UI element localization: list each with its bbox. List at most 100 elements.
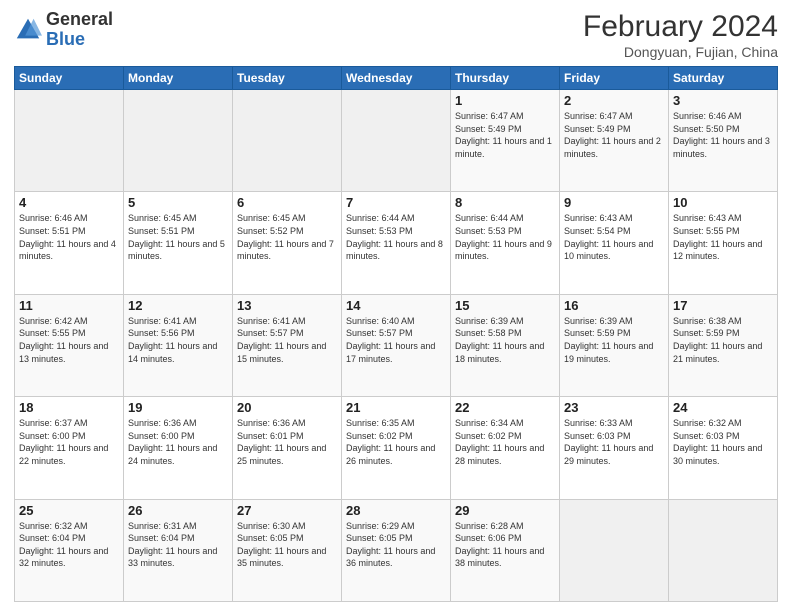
calendar-cell: 9 Sunrise: 6:43 AM Sunset: 5:54 PM Daylig…: [560, 192, 669, 294]
subtitle: Dongyuan, Fujian, China: [583, 44, 778, 60]
calendar-cell: 26Sunrise: 6:31 AM Sunset: 6:04 PM Dayli…: [124, 499, 233, 601]
day-info: Sunrise: 6:32 AM Sunset: 6:04 PM Dayligh…: [19, 521, 108, 569]
day-info: Sunrise: 6:45 AM Sunset: 5:52 PM Dayligh…: [237, 213, 334, 261]
day-info: Sunrise: 6:34 AM Sunset: 6:02 PM Dayligh…: [455, 418, 544, 466]
logo-blue: Blue: [46, 30, 113, 50]
calendar-cell: 8 Sunrise: 6:44 AM Sunset: 5:53 PM Daylig…: [451, 192, 560, 294]
calendar-cell: 16 Sunrise: 6:39 AM Sunset: 5:59 PM Dayli…: [560, 294, 669, 396]
calendar-cell: 24 Sunrise: 6:32 AM Sunset: 6:03 PM Dayli…: [669, 397, 778, 499]
page: General Blue February 2024 Dongyuan, Fuj…: [0, 0, 792, 612]
logo-text: General Blue: [46, 10, 113, 50]
day-info: Sunrise: 6:43 AM Sunset: 5:54 PM Dayligh…: [564, 213, 653, 261]
day-info: Sunrise: 6:28 AM Sunset: 6:06 PM Dayligh…: [455, 521, 544, 569]
day-number: 25: [19, 503, 119, 518]
calendar-cell: [560, 499, 669, 601]
day-info: Sunrise: 6:39 AM Sunset: 5:58 PM Dayligh…: [455, 316, 544, 364]
calendar-cell: 4 Sunrise: 6:46 AM Sunset: 5:51 PM Daylig…: [15, 192, 124, 294]
calendar-cell: 18Sunrise: 6:37 AM Sunset: 6:00 PM Dayli…: [15, 397, 124, 499]
calendar-cell: 7 Sunrise: 6:44 AM Sunset: 5:53 PM Daylig…: [342, 192, 451, 294]
calendar-cell: 1Sunrise: 6:47 AM Sunset: 5:49 PM Daylig…: [451, 90, 560, 192]
day-number: 27: [237, 503, 337, 518]
day-number: 12: [128, 298, 228, 313]
day-number: 23: [564, 400, 664, 415]
weekday-row: SundayMondayTuesdayWednesdayThursdayFrid…: [15, 67, 778, 90]
day-info: Sunrise: 6:46 AM Sunset: 5:51 PM Dayligh…: [19, 213, 116, 261]
day-number: 6: [237, 195, 337, 210]
day-number: 26: [128, 503, 228, 518]
weekday-header-sunday: Sunday: [15, 67, 124, 90]
calendar-cell: 27 Sunrise: 6:30 AM Sunset: 6:05 PM Dayli…: [233, 499, 342, 601]
calendar-cell: 2Sunrise: 6:47 AM Sunset: 5:49 PM Daylig…: [560, 90, 669, 192]
header: General Blue February 2024 Dongyuan, Fuj…: [14, 10, 778, 60]
day-info: Sunrise: 6:47 AM Sunset: 5:49 PM Dayligh…: [455, 111, 552, 159]
day-number: 8: [455, 195, 555, 210]
week-row-3: 18Sunrise: 6:37 AM Sunset: 6:00 PM Dayli…: [15, 397, 778, 499]
day-info: Sunrise: 6:39 AM Sunset: 5:59 PM Dayligh…: [564, 316, 653, 364]
day-number: 10: [673, 195, 773, 210]
day-info: Sunrise: 6:30 AM Sunset: 6:05 PM Dayligh…: [237, 521, 326, 569]
calendar-cell: 29Sunrise: 6:28 AM Sunset: 6:06 PM Dayli…: [451, 499, 560, 601]
day-info: Sunrise: 6:44 AM Sunset: 5:53 PM Dayligh…: [455, 213, 552, 261]
day-number: 14: [346, 298, 446, 313]
calendar-cell: 13Sunrise: 6:41 AM Sunset: 5:57 PM Dayli…: [233, 294, 342, 396]
calendar-cell: 15 Sunrise: 6:39 AM Sunset: 5:58 PM Dayli…: [451, 294, 560, 396]
day-number: 4: [19, 195, 119, 210]
day-info: Sunrise: 6:42 AM Sunset: 5:55 PM Dayligh…: [19, 316, 108, 364]
day-number: 9: [564, 195, 664, 210]
day-number: 15: [455, 298, 555, 313]
calendar-cell: 11 Sunrise: 6:42 AM Sunset: 5:55 PM Dayli…: [15, 294, 124, 396]
calendar-cell: 6 Sunrise: 6:45 AM Sunset: 5:52 PM Daylig…: [233, 192, 342, 294]
logo: General Blue: [14, 10, 113, 50]
main-title: February 2024: [583, 10, 778, 44]
calendar-cell: 5Sunrise: 6:45 AM Sunset: 5:51 PM Daylig…: [124, 192, 233, 294]
calendar-cell: 23Sunrise: 6:33 AM Sunset: 6:03 PM Dayli…: [560, 397, 669, 499]
weekday-header-wednesday: Wednesday: [342, 67, 451, 90]
day-number: 18: [19, 400, 119, 415]
day-info: Sunrise: 6:32 AM Sunset: 6:03 PM Dayligh…: [673, 418, 762, 466]
day-info: Sunrise: 6:40 AM Sunset: 5:57 PM Dayligh…: [346, 316, 435, 364]
calendar-cell: 20 Sunrise: 6:36 AM Sunset: 6:01 PM Dayli…: [233, 397, 342, 499]
calendar-cell: [233, 90, 342, 192]
weekday-header-thursday: Thursday: [451, 67, 560, 90]
day-info: Sunrise: 6:41 AM Sunset: 5:56 PM Dayligh…: [128, 316, 217, 364]
day-info: Sunrise: 6:38 AM Sunset: 5:59 PM Dayligh…: [673, 316, 762, 364]
calendar-body: 1Sunrise: 6:47 AM Sunset: 5:49 PM Daylig…: [15, 90, 778, 602]
day-info: Sunrise: 6:35 AM Sunset: 6:02 PM Dayligh…: [346, 418, 435, 466]
calendar-cell: 21Sunrise: 6:35 AM Sunset: 6:02 PM Dayli…: [342, 397, 451, 499]
day-number: 19: [128, 400, 228, 415]
day-number: 22: [455, 400, 555, 415]
day-number: 3: [673, 93, 773, 108]
day-number: 16: [564, 298, 664, 313]
day-number: 11: [19, 298, 119, 313]
calendar-cell: 25 Sunrise: 6:32 AM Sunset: 6:04 PM Dayli…: [15, 499, 124, 601]
logo-general: General: [46, 10, 113, 30]
week-row-0: 1Sunrise: 6:47 AM Sunset: 5:49 PM Daylig…: [15, 90, 778, 192]
day-number: 5: [128, 195, 228, 210]
weekday-header-tuesday: Tuesday: [233, 67, 342, 90]
day-number: 17: [673, 298, 773, 313]
calendar-cell: 3 Sunrise: 6:46 AM Sunset: 5:50 PM Daylig…: [669, 90, 778, 192]
calendar-cell: 17 Sunrise: 6:38 AM Sunset: 5:59 PM Dayli…: [669, 294, 778, 396]
day-info: Sunrise: 6:29 AM Sunset: 6:05 PM Dayligh…: [346, 521, 435, 569]
title-block: February 2024 Dongyuan, Fujian, China: [583, 10, 778, 60]
day-number: 2: [564, 93, 664, 108]
day-number: 20: [237, 400, 337, 415]
calendar-cell: [124, 90, 233, 192]
day-number: 28: [346, 503, 446, 518]
day-number: 7: [346, 195, 446, 210]
weekday-header-friday: Friday: [560, 67, 669, 90]
calendar-cell: 10Sunrise: 6:43 AM Sunset: 5:55 PM Dayli…: [669, 192, 778, 294]
day-info: Sunrise: 6:46 AM Sunset: 5:50 PM Dayligh…: [673, 111, 770, 159]
weekday-header-monday: Monday: [124, 67, 233, 90]
day-info: Sunrise: 6:41 AM Sunset: 5:57 PM Dayligh…: [237, 316, 326, 364]
calendar-header: SundayMondayTuesdayWednesdayThursdayFrid…: [15, 67, 778, 90]
day-info: Sunrise: 6:44 AM Sunset: 5:53 PM Dayligh…: [346, 213, 443, 261]
calendar-cell: [669, 499, 778, 601]
day-info: Sunrise: 6:36 AM Sunset: 6:01 PM Dayligh…: [237, 418, 326, 466]
calendar: SundayMondayTuesdayWednesdayThursdayFrid…: [14, 66, 778, 602]
calendar-cell: 22 Sunrise: 6:34 AM Sunset: 6:02 PM Dayli…: [451, 397, 560, 499]
calendar-cell: 14 Sunrise: 6:40 AM Sunset: 5:57 PM Dayli…: [342, 294, 451, 396]
logo-icon: [14, 16, 42, 44]
day-number: 24: [673, 400, 773, 415]
week-row-1: 4 Sunrise: 6:46 AM Sunset: 5:51 PM Daylig…: [15, 192, 778, 294]
